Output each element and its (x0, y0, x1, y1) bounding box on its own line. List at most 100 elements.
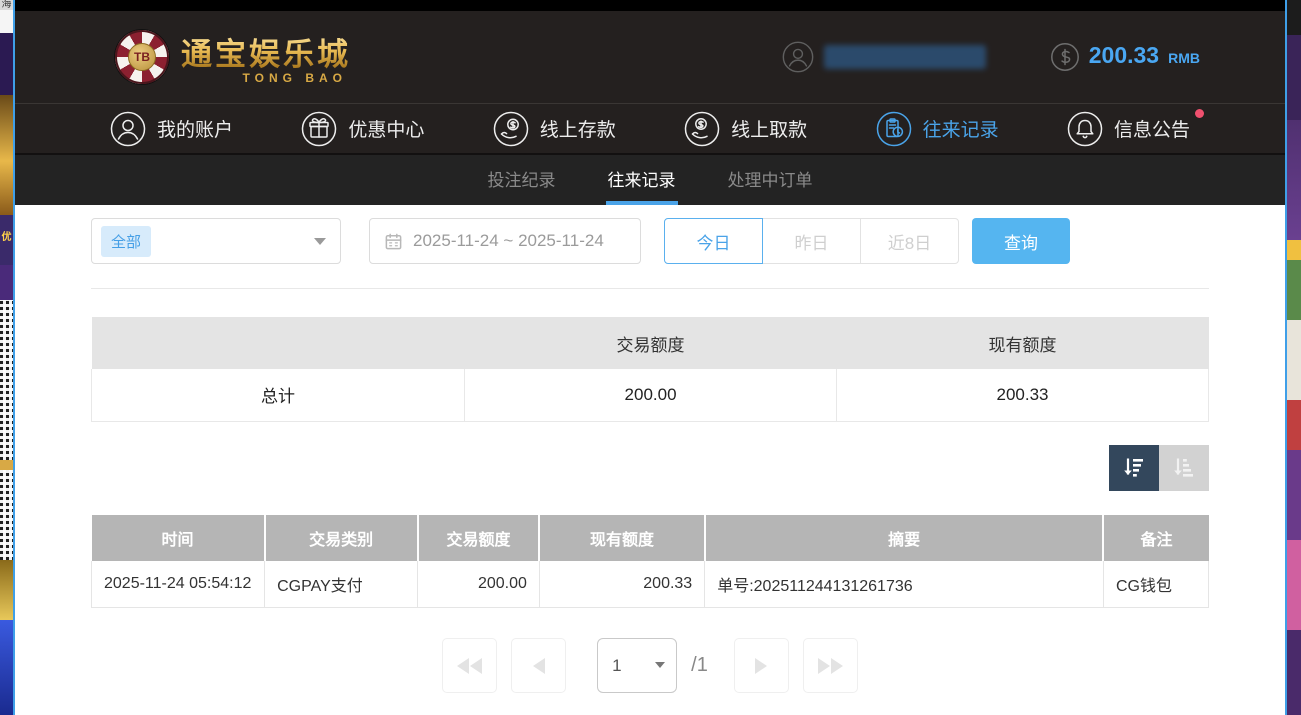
col-header-note: 备注 (1103, 515, 1208, 561)
summary-header-trade-amount: 交易额度 (465, 317, 837, 369)
col-header-current-amount: 现有额度 (539, 515, 704, 561)
cell-current-amount: 200.33 (539, 561, 704, 608)
sort-controls (91, 445, 1209, 491)
divider (91, 288, 1209, 289)
cell-time: 2025-11-24 05:54:12 (92, 561, 265, 608)
background-divider-left (13, 0, 15, 715)
casino-chip-icon: TB (115, 30, 169, 84)
nav-label: 信息公告 (1114, 115, 1190, 142)
main-panel: TB 通宝娱乐城 TONG BAO (15, 0, 1285, 715)
tab-label: 往来记录 (608, 166, 676, 191)
top-black-bar (15, 0, 1285, 11)
pagination: 1 /1 (91, 638, 1209, 693)
table-row: 2025-11-24 05:54:12 CGPAY支付 200.00 200.3… (92, 561, 1209, 608)
last-page-button[interactable] (803, 638, 858, 693)
summary-header-row: 交易额度 现有额度 (92, 317, 1209, 369)
currency-coin-icon (1050, 42, 1080, 72)
nav-item-transaction-records[interactable]: 往来记录 (876, 111, 999, 147)
period-button-group: 今日 昨日 近8日 (664, 218, 959, 264)
summary-header-current-amount: 现有额度 (837, 317, 1209, 369)
left-arrow-icon (533, 658, 545, 674)
nav-label: 我的账户 (157, 115, 233, 142)
summary-header-empty (92, 317, 465, 369)
brand-name: 通宝娱乐城 (181, 29, 351, 74)
records-clipboard-clock-icon (876, 111, 912, 147)
summary-total-label: 总计 (92, 369, 465, 421)
sort-ascending-button[interactable] (1159, 445, 1209, 491)
nav-label: 线上取款 (731, 115, 807, 142)
bell-icon (1067, 111, 1103, 147)
date-range-value: 2025-11-24 ~ 2025-11-24 (413, 231, 604, 251)
notification-dot (1195, 109, 1204, 118)
subtab-bar: 投注纪录 往来记录 处理中订单 (15, 155, 1285, 205)
type-filter-selected: 全部 (101, 226, 151, 257)
col-header-trade-amount: 交易额度 (418, 515, 540, 561)
gift-icon (301, 111, 337, 147)
records-header-row: 时间 交易类别 交易额度 现有额度 摘要 备注 (92, 515, 1209, 561)
page-select[interactable]: 1 (597, 638, 677, 693)
brand-name-latin: TONG BAO (243, 71, 351, 85)
chip-monogram: TB (128, 43, 156, 71)
withdraw-coin-hand-icon (684, 111, 720, 147)
nav-label: 往来记录 (923, 115, 999, 142)
cell-trade-amount: 200.00 (418, 561, 540, 608)
summary-trade-amount: 200.00 (465, 369, 837, 421)
background-char: 优 (0, 215, 13, 265)
background-page-right-strip (1287, 0, 1301, 715)
previous-page-button[interactable] (511, 638, 566, 693)
nav-item-my-account[interactable]: 我的账户 (110, 111, 233, 147)
username-redacted (824, 45, 986, 69)
double-left-arrow-icon (457, 658, 469, 674)
period-button-today[interactable]: 今日 (664, 218, 763, 264)
summary-current-amount: 200.33 (837, 369, 1209, 421)
nav-item-deposit[interactable]: 线上存款 (493, 111, 616, 147)
main-nav: 我的账户 优惠中心 (15, 103, 1285, 155)
nav-item-announcements[interactable]: 信息公告 (1067, 111, 1190, 147)
tab-label: 投注纪录 (488, 166, 556, 191)
period-label: 今日 (697, 229, 731, 254)
total-pages-label: /1 (691, 654, 708, 677)
filter-row: 全部 2025-11-24 ~ 2025-11-24 今日 (91, 218, 1209, 264)
brand-logo[interactable]: TB 通宝娱乐城 TONG BAO (115, 29, 351, 85)
user-avatar-icon (782, 41, 814, 73)
summary-table: 交易额度 现有额度 总计 200.00 200.33 (91, 317, 1209, 422)
nav-label: 优惠中心 (348, 115, 424, 142)
account-user-chip[interactable] (782, 41, 986, 73)
tab-betting-records[interactable]: 投注纪录 (486, 155, 558, 205)
sort-descending-button[interactable] (1109, 445, 1159, 491)
chevron-down-icon (314, 238, 326, 245)
content-area: 全部 2025-11-24 ~ 2025-11-24 今日 (15, 205, 1285, 715)
deposit-coin-hand-icon (493, 111, 529, 147)
background-page-left-strip: 海 优 (0, 0, 13, 715)
first-page-button[interactable] (442, 638, 497, 693)
nav-item-withdraw[interactable]: 线上取款 (684, 111, 807, 147)
col-header-type: 交易类别 (265, 515, 418, 561)
date-range-input[interactable]: 2025-11-24 ~ 2025-11-24 (369, 218, 641, 264)
period-button-yesterday[interactable]: 昨日 (762, 218, 861, 264)
records-table: 时间 交易类别 交易额度 现有额度 摘要 备注 2025-11-24 05:54… (91, 515, 1209, 609)
balance-currency: RMB (1168, 50, 1200, 66)
cell-type: CGPAY支付 (265, 561, 418, 608)
nav-label: 线上存款 (540, 115, 616, 142)
tab-label: 处理中订单 (728, 166, 813, 191)
calendar-icon (384, 232, 403, 251)
user-circle-icon (110, 111, 146, 147)
period-button-last-8-days[interactable]: 近8日 (860, 218, 959, 264)
period-label: 近8日 (888, 229, 931, 254)
sort-descending-icon (1120, 454, 1148, 482)
type-filter-dropdown[interactable]: 全部 (91, 218, 341, 264)
background-text: 海 (0, 0, 13, 10)
sort-ascending-icon (1170, 454, 1198, 482)
next-page-button[interactable] (734, 638, 789, 693)
period-label: 昨日 (795, 229, 829, 254)
cell-note: CG钱包 (1103, 561, 1208, 608)
nav-item-promotions[interactable]: 优惠中心 (301, 111, 424, 147)
col-header-time: 时间 (92, 515, 265, 561)
tab-pending-orders[interactable]: 处理中订单 (726, 155, 815, 205)
tab-transaction-records[interactable]: 往来记录 (606, 155, 678, 205)
search-button[interactable]: 查询 (972, 218, 1070, 264)
col-header-summary: 摘要 (705, 515, 1104, 561)
page: 海 优 TB 通 (0, 0, 1301, 715)
balance-amount: 200.33 (1089, 42, 1159, 69)
cell-summary: 单号:202511244131261736 (705, 561, 1104, 608)
